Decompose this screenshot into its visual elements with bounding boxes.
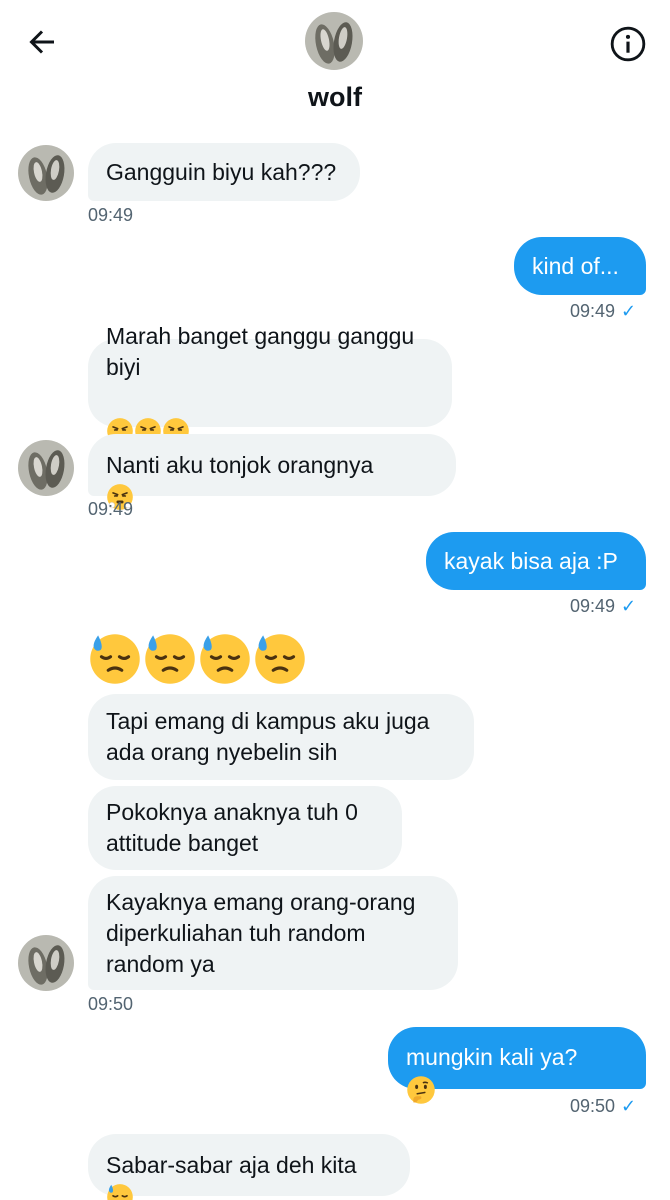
message-text: kind of... <box>532 252 619 279</box>
incoming-message[interactable]: Gangguin biyu kah??? <box>88 143 360 201</box>
message-text: mungkin kali ya? <box>406 1044 578 1071</box>
message-content: Nanti aku tonjok orangnya <box>106 419 438 512</box>
emoji-message[interactable] <box>88 632 307 686</box>
sent-check-icon: ✓ <box>621 1096 637 1116</box>
outgoing-message[interactable]: kind of... <box>514 237 646 295</box>
incoming-message[interactable]: Kayaknya emang orang-orang diperkuliahan… <box>88 876 458 990</box>
info-icon <box>610 26 646 62</box>
message-status: 09:50 ✓ <box>570 1095 636 1117</box>
sweat-face-emoji <box>253 632 307 686</box>
message-text: kayak bisa aja :P <box>444 547 618 574</box>
message-timestamp: 09:49 <box>570 301 616 321</box>
message-status: 09:49 ✓ <box>570 595 636 617</box>
sent-check-icon: ✓ <box>621 596 637 616</box>
message-timestamp: 09:50 <box>570 1096 616 1116</box>
sent-check-icon: ✓ <box>621 301 637 321</box>
sender-avatar[interactable] <box>18 935 74 991</box>
sweat-face-emoji <box>106 1183 134 1200</box>
message-content: mungkin kali ya? <box>406 1011 628 1105</box>
sweat-face-emoji <box>143 632 197 686</box>
contact-name[interactable]: wolf <box>0 82 670 113</box>
message-text: Pokoknya anaknya tuh 0 attitude banget <box>106 799 358 856</box>
sender-avatar[interactable] <box>18 145 74 201</box>
message-text: Marah banget ganggu ganggu biyi <box>106 323 415 380</box>
outgoing-message[interactable]: mungkin kali ya? <box>388 1027 646 1105</box>
back-button[interactable] <box>22 22 62 62</box>
message-timestamp: 09:49 <box>88 205 134 225</box>
info-button[interactable] <box>608 24 648 64</box>
message-timestamp: 09:50 <box>88 994 134 1014</box>
incoming-message[interactable]: Tapi emang di kampus aku juga ada orang … <box>88 694 474 780</box>
message-content: Sabar-sabar aja deh kita <box>106 1119 392 1200</box>
sweat-face-emoji <box>88 632 142 686</box>
message-text: Sabar-sabar aja deh kita <box>106 1151 357 1178</box>
message-timestamp: 09:49 <box>570 596 616 616</box>
message-text: Gangguin biyu kah??? <box>106 158 337 185</box>
outgoing-message[interactable]: kayak bisa aja :P <box>426 532 646 590</box>
message-text: Nanti aku tonjok orangnya <box>106 451 374 478</box>
message-timestamp: 09:49 <box>88 499 134 519</box>
conversation-header: wolf <box>0 0 670 125</box>
message-status: 09:49 ✓ <box>570 300 636 322</box>
message-text: Tapi emang di kampus aku juga ada orang … <box>106 708 430 765</box>
incoming-message[interactable]: Marah banget ganggu ganggu biyi <box>88 323 452 445</box>
thinking-face-emoji <box>406 1075 436 1105</box>
sender-avatar[interactable] <box>18 440 74 496</box>
incoming-message[interactable]: Nanti aku tonjok orangnya <box>88 434 456 512</box>
message-text: Kayaknya emang orang-orang diperkuliahan… <box>106 888 416 977</box>
sweat-face-emoji <box>198 632 252 686</box>
incoming-message[interactable]: Sabar-sabar aja deh kita <box>88 1134 410 1200</box>
arrow-left-icon <box>29 30 54 54</box>
header-avatar[interactable] <box>305 12 363 70</box>
incoming-message[interactable]: Pokoknya anaknya tuh 0 attitude banget <box>88 786 402 870</box>
